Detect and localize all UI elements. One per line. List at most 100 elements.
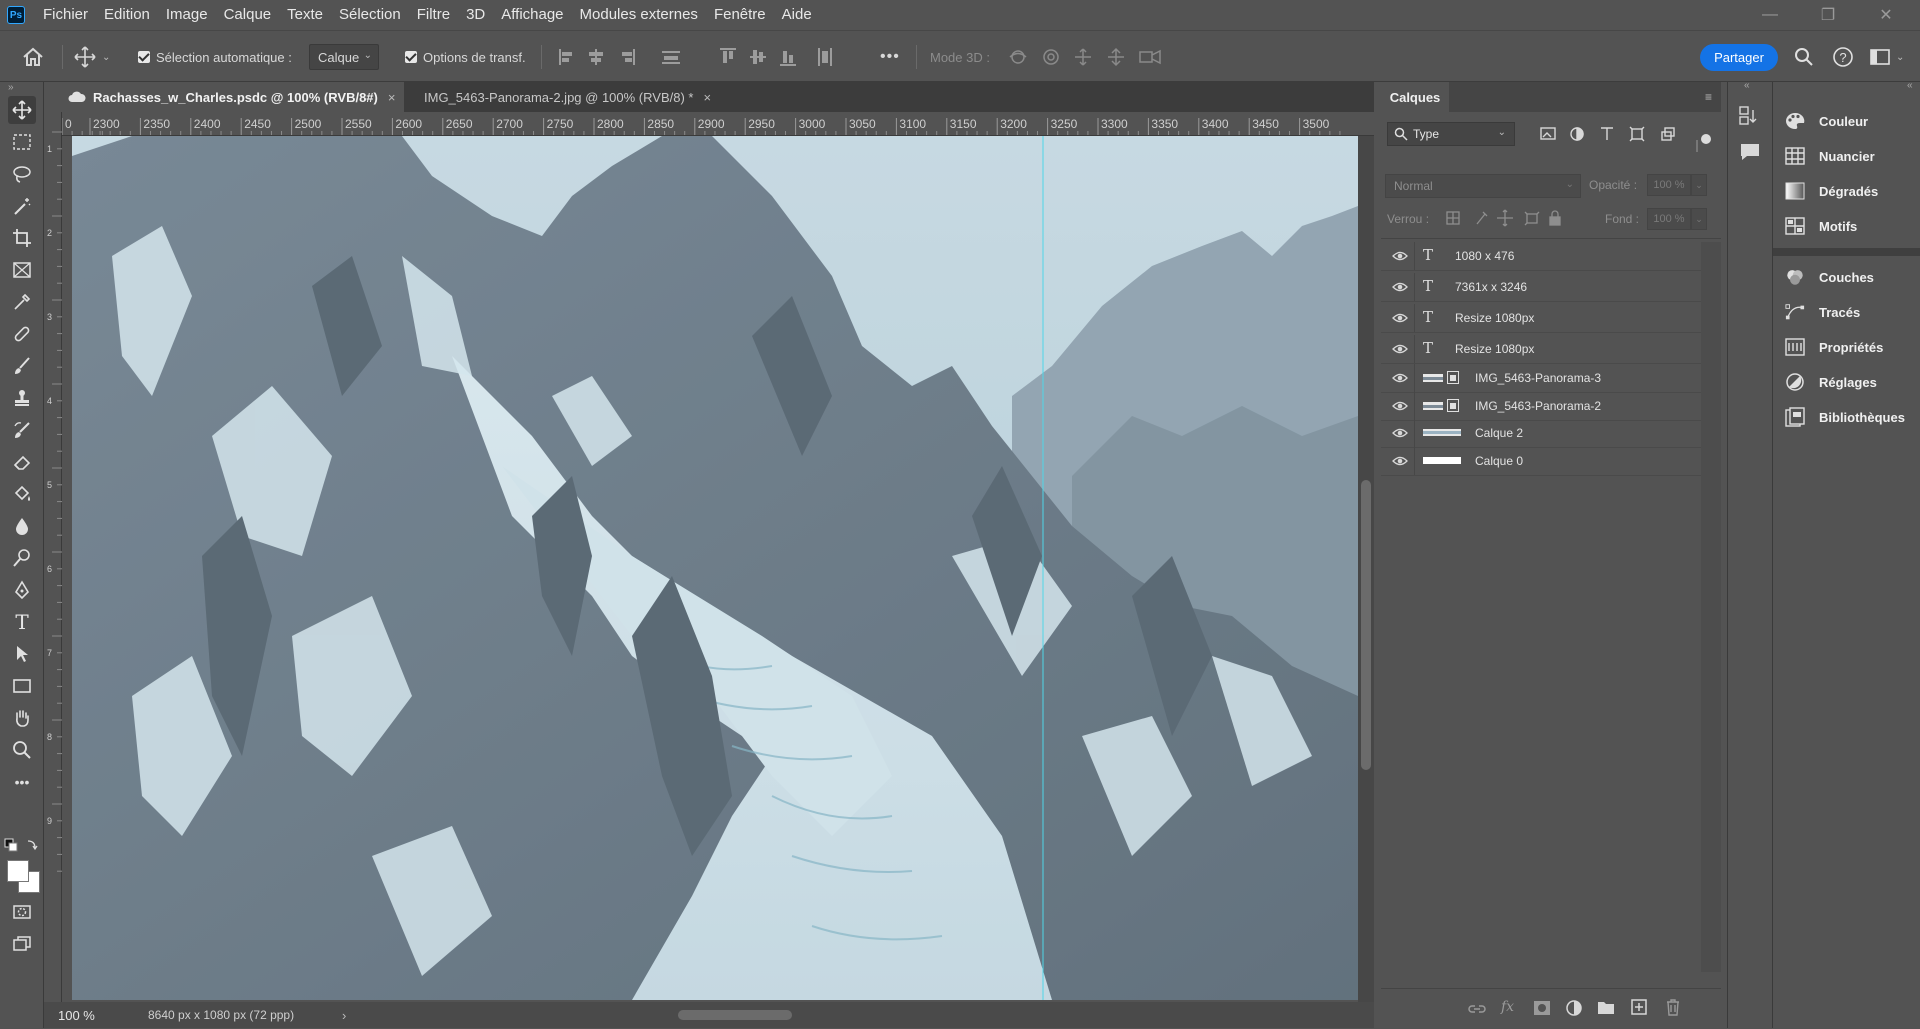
- fill-dropdown[interactable]: ⌄: [1691, 208, 1707, 230]
- lock-icons[interactable]: [1445, 208, 1565, 228]
- more-options-button[interactable]: •••: [880, 31, 900, 83]
- comments-panel-button[interactable]: [1739, 142, 1761, 165]
- more-tools-button[interactable]: •••: [8, 768, 36, 796]
- help-button[interactable]: ?: [1832, 31, 1854, 83]
- panel-menu-icon[interactable]: ≡: [1705, 90, 1712, 104]
- screen-mode-button[interactable]: [8, 930, 36, 958]
- eye-icon[interactable]: [1392, 371, 1408, 385]
- layer-row[interactable]: Calque 2: [1381, 419, 1701, 448]
- dodge-tool[interactable]: [8, 544, 36, 572]
- panel-couches[interactable]: Couches: [1785, 264, 1874, 290]
- close-tab-icon[interactable]: ×: [388, 90, 396, 105]
- distribute-icons[interactable]: [718, 47, 848, 67]
- magic-wand-tool[interactable]: [8, 192, 36, 220]
- color-swatches[interactable]: [5, 858, 41, 894]
- menu-fichier[interactable]: Fichier: [35, 0, 96, 30]
- zoom-level[interactable]: 100 %: [58, 1008, 118, 1023]
- menu-selection[interactable]: Sélection: [331, 0, 409, 30]
- menu-affichage[interactable]: Affichage: [493, 0, 571, 30]
- document-canvas[interactable]: [72, 136, 1358, 1000]
- eye-icon[interactable]: [1392, 280, 1408, 294]
- panel-traces[interactable]: Tracés: [1785, 299, 1860, 325]
- layer-row[interactable]: Calque 0: [1381, 447, 1701, 476]
- new-layer-icon[interactable]: [1631, 999, 1647, 1015]
- share-button[interactable]: Partager: [1700, 44, 1778, 71]
- vertical-scrollbar[interactable]: [1358, 136, 1374, 1002]
- status-menu-arrow[interactable]: ›: [342, 1008, 346, 1023]
- layer-row[interactable]: T Resize 1080px: [1381, 335, 1701, 364]
- search-button[interactable]: [1794, 31, 1814, 83]
- opacity-dropdown[interactable]: ⌄: [1691, 174, 1707, 196]
- hand-tool[interactable]: [8, 704, 36, 732]
- layer-row[interactable]: T 1080 x 476: [1381, 242, 1701, 271]
- pen-tool[interactable]: [8, 576, 36, 604]
- align-icons[interactable]: [558, 47, 688, 67]
- fx-icon[interactable]: fx: [1501, 999, 1514, 1015]
- restore-button[interactable]: ❐: [1804, 0, 1852, 30]
- opacity-field[interactable]: 100 %: [1647, 174, 1691, 196]
- foreground-color-swatch[interactable]: [7, 860, 29, 882]
- zoom-tool[interactable]: [8, 736, 36, 764]
- fill-field[interactable]: 100 %: [1647, 208, 1691, 230]
- transform-controls-checkbox[interactable]: Options de transf.: [405, 31, 526, 83]
- lasso-tool[interactable]: [8, 160, 36, 188]
- layer-row[interactable]: T 7361x x 3246: [1381, 273, 1701, 302]
- clone-stamp-tool[interactable]: [8, 384, 36, 412]
- layers-scrollbar[interactable]: [1701, 242, 1721, 972]
- menu-filtre[interactable]: Filtre: [409, 0, 458, 30]
- eyedropper-tool[interactable]: [8, 288, 36, 316]
- trash-icon[interactable]: [1665, 998, 1681, 1016]
- eye-icon[interactable]: [1392, 426, 1408, 440]
- menu-modules-externes[interactable]: Modules externes: [572, 0, 706, 30]
- rectangle-tool[interactable]: [8, 672, 36, 700]
- 3d-tools-icons[interactable]: [1008, 46, 1168, 68]
- frame-tool[interactable]: [8, 256, 36, 284]
- layer-row[interactable]: IMG_5463-Panorama-2: [1381, 392, 1701, 421]
- marquee-tool[interactable]: [8, 128, 36, 156]
- default-colors-button[interactable]: [4, 838, 40, 854]
- menu-edition[interactable]: Edition: [96, 0, 158, 30]
- close-button[interactable]: ✕: [1862, 0, 1910, 30]
- menu-3d[interactable]: 3D: [458, 0, 493, 30]
- blur-tool[interactable]: [8, 512, 36, 540]
- eye-icon[interactable]: [1392, 249, 1408, 263]
- panel-nuancier[interactable]: Nuancier: [1785, 143, 1875, 169]
- layer-filter-dropdown[interactable]: Type ⌄: [1387, 122, 1515, 146]
- history-brush-tool[interactable]: [8, 416, 36, 444]
- menu-texte[interactable]: Texte: [279, 0, 331, 30]
- layer-row[interactable]: IMG_5463-Panorama-3: [1381, 364, 1701, 393]
- tab-calques[interactable]: Calques: [1381, 82, 1449, 112]
- mask-icon[interactable]: [1533, 1000, 1551, 1016]
- layer-filter-icons[interactable]: [1539, 124, 1689, 144]
- move-tool-preset[interactable]: ⌄: [74, 31, 110, 83]
- panel-bibliotheques[interactable]: Bibliothèques: [1785, 404, 1905, 430]
- panel-reglages[interactable]: Réglages: [1785, 369, 1877, 395]
- home-button[interactable]: [22, 31, 44, 83]
- eraser-tool[interactable]: [8, 448, 36, 476]
- layer-row[interactable]: T Resize 1080px: [1381, 304, 1701, 333]
- eye-icon[interactable]: [1392, 399, 1408, 413]
- minimize-button[interactable]: —: [1746, 0, 1794, 30]
- eye-icon[interactable]: [1392, 454, 1408, 468]
- paint-bucket-tool[interactable]: [8, 480, 36, 508]
- auto-select-target-dropdown[interactable]: Calque ⌄: [309, 31, 379, 83]
- path-selection-tool[interactable]: [8, 640, 36, 668]
- healing-brush-tool[interactable]: [8, 320, 36, 348]
- scrollbar-thumb[interactable]: [678, 1010, 793, 1020]
- panel-degrades[interactable]: Dégradés: [1785, 178, 1878, 204]
- panel-motifs[interactable]: Motifs: [1785, 213, 1857, 239]
- expand-dock-icon[interactable]: «: [1907, 80, 1913, 91]
- blend-mode-dropdown[interactable]: Normal ⌄: [1385, 174, 1581, 198]
- menu-fenetre[interactable]: Fenêtre: [706, 0, 774, 30]
- menu-image[interactable]: Image: [158, 0, 216, 30]
- move-tool[interactable]: [8, 96, 36, 124]
- tab-rachasses[interactable]: Rachasses_w_Charles.psdc @ 100% (RVB/8#)…: [44, 82, 404, 112]
- eye-icon[interactable]: [1392, 311, 1408, 325]
- crop-tool[interactable]: [8, 224, 36, 252]
- link-icon[interactable]: [1467, 1001, 1487, 1017]
- expand-panel-icon[interactable]: »: [8, 82, 14, 93]
- workspace-button[interactable]: ⌄: [1870, 31, 1904, 83]
- folder-icon[interactable]: [1597, 1000, 1615, 1015]
- adjustment-icon[interactable]: [1565, 999, 1583, 1017]
- filter-toggle[interactable]: [1701, 134, 1711, 144]
